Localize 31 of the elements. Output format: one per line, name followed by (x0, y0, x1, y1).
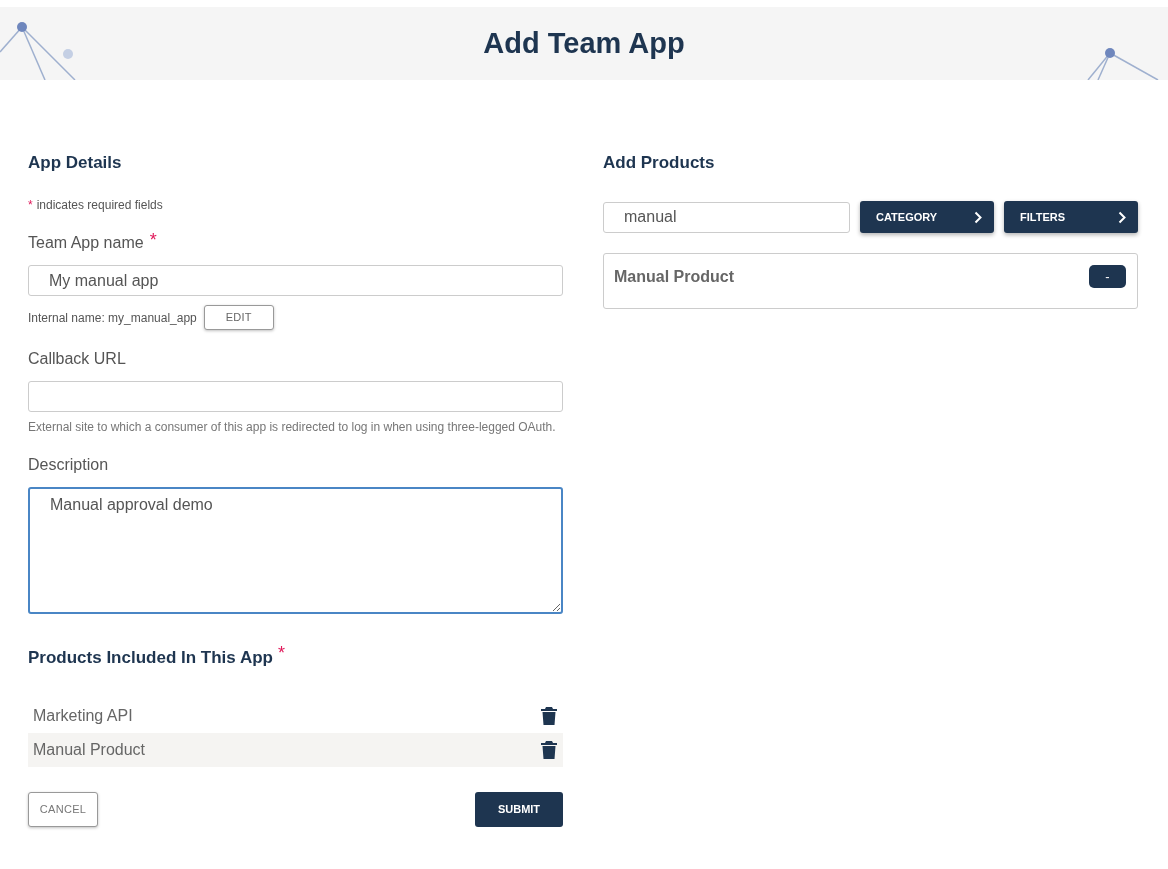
remove-button[interactable]: - (1089, 265, 1126, 288)
dropdown-button[interactable]: CATEGORY (860, 201, 994, 233)
help-text: External site to which a consumer of this app is redirected to log in when using three-legged OAuth. (28, 419, 557, 436)
description-field[interactable]: Manual approval demo (28, 487, 563, 614)
section-heading: App Details (28, 152, 123, 174)
required-note: indicates required fields (36, 197, 163, 214)
page-title: Add Team App (483, 25, 685, 61)
internal-name: Internal name: my_manual_app (28, 309, 197, 327)
cancel-button[interactable]: CANCEL (28, 791, 98, 827)
section-heading: Add Products (603, 152, 716, 174)
product-name: Manual Product (33, 739, 146, 760)
chevron-right-icon (974, 210, 982, 224)
required-mark: * (149, 231, 157, 249)
input-field[interactable] (28, 381, 563, 412)
trash-icon[interactable] (541, 740, 557, 759)
dropdown-button[interactable]: FILTERS (1004, 201, 1138, 233)
product-name: Marketing API (33, 705, 133, 726)
edit-button[interactable]: EDIT (203, 305, 274, 330)
submit-button[interactable]: SUBMIT (475, 791, 563, 827)
section-heading: Products Included In This App (28, 647, 273, 669)
required-mark: * (277, 645, 285, 661)
network-drawing (1087, 48, 1159, 80)
search-field[interactable]: manual (603, 201, 850, 233)
input-field[interactable]: My manual app (28, 265, 563, 296)
trash-icon[interactable] (541, 706, 557, 725)
product-name: Manual Product (614, 267, 734, 287)
field-label: Description (28, 455, 109, 475)
chevron-right-icon (1118, 210, 1126, 224)
required-mark: * (28, 197, 33, 214)
field-label: Team App name (28, 233, 144, 253)
field-label: Callback URL (28, 349, 126, 369)
